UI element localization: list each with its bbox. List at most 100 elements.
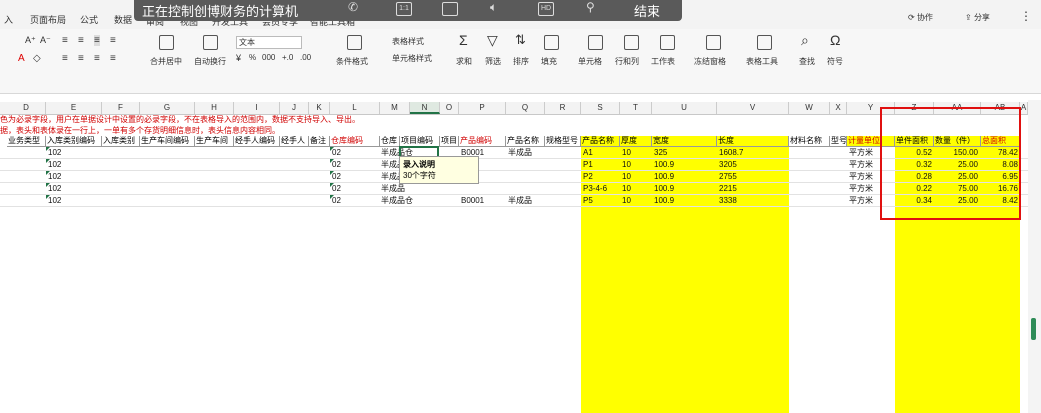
- header-warehouse[interactable]: 仓库: [380, 136, 400, 147]
- header-handler[interactable]: 经手人: [280, 136, 309, 147]
- more-icon[interactable]: ⋮: [1020, 9, 1032, 23]
- header-product-code[interactable]: 产品编码: [459, 136, 506, 147]
- column-header-v[interactable]: V: [717, 102, 789, 114]
- cell-name2[interactable]: P2: [583, 171, 593, 182]
- number-format-select[interactable]: 文本: [236, 36, 302, 49]
- header-remark[interactable]: 备注: [309, 136, 330, 147]
- conditional-format-icon[interactable]: [347, 35, 362, 50]
- cell-unit[interactable]: 平方米: [849, 195, 873, 206]
- fullscreen-icon[interactable]: [442, 2, 458, 16]
- menu-formula[interactable]: 公式: [80, 13, 98, 26]
- header-model[interactable]: 型号: [830, 136, 847, 147]
- cell-thickness[interactable]: 10: [622, 147, 631, 158]
- thousands-button[interactable]: 000: [262, 53, 275, 62]
- sum-icon[interactable]: Σ: [459, 32, 468, 48]
- cell-length[interactable]: 3205: [719, 159, 737, 170]
- menu-data[interactable]: 数据: [114, 13, 132, 26]
- column-header-w[interactable]: W: [789, 102, 830, 114]
- cell-thickness[interactable]: 10: [622, 183, 631, 194]
- column-header-n[interactable]: N: [410, 102, 440, 114]
- collab-button[interactable]: ⟳ 协作: [908, 12, 933, 23]
- scrollbar-thumb[interactable]: [1031, 318, 1036, 340]
- table-tools-icon[interactable]: [757, 35, 772, 50]
- sum-button[interactable]: 求和: [456, 56, 472, 67]
- font-increase-button[interactable]: A⁺: [25, 35, 36, 46]
- column-header-h[interactable]: H: [195, 102, 234, 114]
- header-width[interactable]: 宽度: [652, 136, 717, 147]
- row-col-button[interactable]: 行和列: [615, 56, 639, 67]
- column-header-s[interactable]: S: [581, 102, 620, 114]
- column-header-u[interactable]: U: [652, 102, 717, 114]
- currency-icon[interactable]: ¥: [236, 53, 241, 63]
- cell-length[interactable]: 2755: [719, 171, 737, 182]
- font-color-icon[interactable]: A: [18, 53, 25, 64]
- column-header-d[interactable]: D: [7, 102, 46, 114]
- symbol-icon[interactable]: Ω: [830, 32, 840, 48]
- cell-length[interactable]: 3338: [719, 195, 737, 206]
- table-style-button[interactable]: 表格样式: [392, 36, 424, 47]
- cell-in-type-code[interactable]: 102: [48, 183, 61, 194]
- cell-name2[interactable]: A1: [583, 147, 593, 158]
- conditional-format-button[interactable]: 条件格式: [336, 56, 368, 67]
- cell-width[interactable]: 325: [654, 147, 667, 158]
- header-workshop-code[interactable]: 生产车间编码: [140, 136, 195, 147]
- header-workshop[interactable]: 生产车间: [195, 136, 234, 147]
- column-header-k[interactable]: K: [309, 102, 330, 114]
- cell-unit[interactable]: 平方米: [849, 183, 873, 194]
- cell-thickness[interactable]: 10: [622, 171, 631, 182]
- filter-icon[interactable]: ▽: [487, 32, 498, 49]
- symbol-button[interactable]: 符号: [827, 56, 843, 67]
- column-header-p[interactable]: P: [459, 102, 506, 114]
- share-button[interactable]: ⇪ 分享: [965, 12, 990, 23]
- cell-unit[interactable]: 平方米: [849, 171, 873, 182]
- menu-insert[interactable]: 入: [4, 13, 13, 26]
- cell-thickness[interactable]: 10: [622, 159, 631, 170]
- table-tools-button[interactable]: 表格工具: [746, 56, 778, 67]
- worksheet-icon[interactable]: [660, 35, 675, 50]
- cells-button[interactable]: 单元格: [578, 56, 602, 67]
- hd-icon[interactable]: HD: [538, 2, 554, 16]
- header-project[interactable]: 项目: [440, 136, 459, 147]
- cell-width[interactable]: 100.9: [654, 195, 674, 206]
- find-button[interactable]: 查找: [799, 56, 815, 67]
- cell-warehouse[interactable]: 半成品: [381, 183, 405, 194]
- percent-button[interactable]: %: [249, 53, 256, 62]
- cell-style-button[interactable]: 单元格样式: [392, 53, 432, 64]
- cell-in-type-code[interactable]: 102: [48, 147, 61, 158]
- pin-icon[interactable]: ⚲: [586, 0, 602, 14]
- column-header-m[interactable]: M: [380, 102, 410, 114]
- column-header-q[interactable]: Q: [506, 102, 545, 114]
- column-header-f[interactable]: F: [102, 102, 140, 114]
- find-icon[interactable]: ⌕: [801, 32, 809, 49]
- wrap-text-icon[interactable]: [203, 35, 218, 50]
- clear-format-icon[interactable]: ◇: [33, 53, 41, 64]
- cell-width[interactable]: 100.9: [654, 183, 674, 194]
- sort-button[interactable]: 排序: [513, 56, 529, 67]
- column-header-e[interactable]: E: [46, 102, 102, 114]
- cell-product-code[interactable]: B0001: [461, 195, 484, 206]
- cell-unit[interactable]: 平方米: [849, 159, 873, 170]
- column-header-t[interactable]: T: [620, 102, 652, 114]
- cell-warehouse[interactable]: 半成品仓: [381, 195, 413, 206]
- align-middle-icon[interactable]: ≡: [78, 35, 84, 46]
- cells-icon[interactable]: [588, 35, 603, 50]
- orientation-icon[interactable]: ≡: [110, 35, 116, 46]
- cell-length[interactable]: 1608.7: [719, 147, 743, 158]
- worksheet-button[interactable]: 工作表: [651, 56, 675, 67]
- decimal-decrease-icon[interactable]: .00: [300, 53, 311, 62]
- column-header-r[interactable]: R: [545, 102, 581, 114]
- phone-icon[interactable]: ✆: [348, 0, 364, 14]
- column-header-j[interactable]: J: [280, 102, 309, 114]
- cell-length[interactable]: 2215: [719, 183, 737, 194]
- end-button[interactable]: 结束: [634, 1, 660, 20]
- cell-in-type-code[interactable]: 102: [48, 159, 61, 170]
- header-spec[interactable]: 规格型号: [545, 136, 581, 147]
- freeze-panes-button[interactable]: 冻结窗格: [694, 56, 726, 67]
- header-business-type[interactable]: 业务类型: [7, 136, 46, 147]
- header-thickness[interactable]: 厚度: [620, 136, 652, 147]
- header-in-type-code[interactable]: 入库类别编码: [46, 136, 102, 147]
- column-header-a[interactable]: A: [1020, 102, 1028, 114]
- cell-thickness[interactable]: 10: [622, 195, 631, 206]
- header-product-name2[interactable]: 产品名称: [581, 136, 620, 147]
- sort-icon[interactable]: ⇅: [515, 32, 526, 48]
